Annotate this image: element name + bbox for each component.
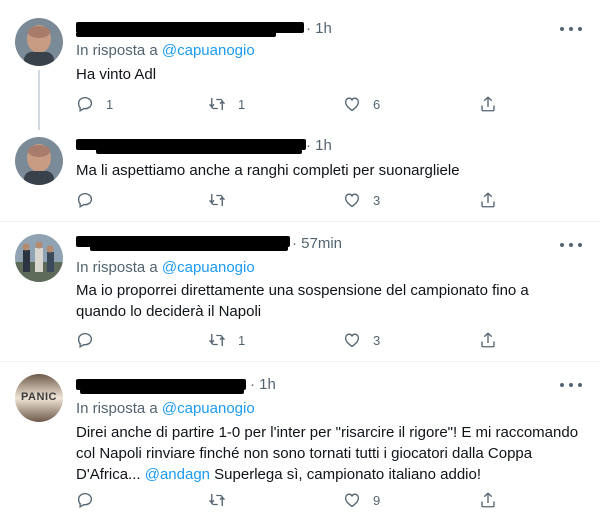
reply-mention-link[interactable]: @capuanogio	[162, 400, 255, 417]
tweet-actions: 1 1 6	[76, 94, 516, 114]
tweet-4[interactable]: PANIC · 1h In risposta a @capuanogio Dir…	[0, 362, 600, 523]
tweet-text: Ha vinto Adl	[76, 66, 157, 83]
tweet-actions: 9	[76, 490, 516, 510]
reply-count: 1	[106, 96, 114, 112]
avatar[interactable]	[15, 234, 63, 282]
more-icon[interactable]	[560, 242, 582, 248]
retweet-button[interactable]	[208, 190, 238, 210]
like-button[interactable]: 6	[343, 94, 380, 114]
tweet-1[interactable]: · 1h In risposta a @capuanogio Ha vinto …	[0, 0, 600, 130]
reply-button[interactable]	[76, 190, 106, 210]
reply-icon	[76, 95, 94, 113]
tweet-2[interactable]: · 1h Ma li aspettiamo anche a ranghi com…	[0, 125, 600, 221]
redacted-username	[96, 149, 302, 154]
thread-line	[38, 70, 40, 130]
retweet-button[interactable]: 1	[208, 330, 245, 350]
like-icon	[343, 191, 361, 209]
tweet-timestamp[interactable]: · 57min	[292, 235, 342, 252]
reply-context: In risposta a @capuanogio	[76, 42, 255, 59]
like-icon	[343, 331, 361, 349]
share-icon	[479, 191, 497, 209]
share-button[interactable]	[479, 190, 497, 210]
share-button[interactable]	[479, 330, 497, 350]
reply-button[interactable]	[76, 330, 106, 350]
avatar-logo-text: PANIC	[21, 391, 57, 403]
retweet-count: 1	[238, 332, 246, 348]
share-button[interactable]	[479, 490, 497, 510]
like-button[interactable]: 3	[343, 190, 380, 210]
reply-mention-link[interactable]: @capuanogio	[162, 259, 255, 276]
tweet-actions: 1 3	[76, 330, 516, 350]
tweet-text-part: Superlega sì, campionato italiano addio!	[214, 466, 482, 483]
tweet-text: Direi anche di partire 1-0 per l'inter p…	[76, 422, 581, 485]
tweet-actions: 3	[76, 190, 516, 210]
reply-button[interactable]: 1	[76, 94, 113, 114]
like-icon	[343, 491, 361, 509]
tweet-3[interactable]: · 57min In risposta a @capuanogio Ma io …	[0, 222, 600, 360]
retweet-icon	[208, 331, 226, 349]
retweet-icon	[208, 95, 226, 113]
tweet-timestamp[interactable]: · 1h	[250, 376, 276, 393]
share-icon	[479, 331, 497, 349]
redacted-username	[76, 32, 276, 37]
reply-mention-link[interactable]: @capuanogio	[162, 42, 255, 59]
like-icon	[343, 95, 361, 113]
share-icon	[479, 95, 497, 113]
retweet-button[interactable]: 1	[208, 94, 245, 114]
mention-link[interactable]: @andagn	[145, 466, 210, 483]
tweet-timestamp[interactable]: · 1h	[306, 137, 332, 154]
more-icon[interactable]	[560, 26, 582, 32]
tweet-text: Ma io proporrei direttamente una sospens…	[76, 282, 529, 320]
share-icon	[479, 491, 497, 509]
tweet-text: Ma li aspettiamo anche a ranghi completi…	[76, 162, 460, 179]
share-button[interactable]	[479, 94, 497, 114]
avatar[interactable]: PANIC	[15, 374, 63, 422]
reply-prefix: In risposta a	[76, 42, 158, 59]
avatar[interactable]	[15, 18, 63, 66]
redacted-username	[80, 389, 244, 394]
reply-context: In risposta a @capuanogio	[76, 400, 255, 417]
like-count: 3	[373, 192, 381, 208]
reply-context: In risposta a @capuanogio	[76, 259, 255, 276]
like-count: 6	[373, 96, 381, 112]
reply-button[interactable]	[76, 490, 106, 510]
more-icon[interactable]	[560, 382, 582, 388]
like-button[interactable]: 9	[343, 490, 380, 510]
retweet-button[interactable]	[208, 490, 238, 510]
avatar[interactable]	[15, 137, 63, 185]
retweet-count: 1	[238, 96, 246, 112]
like-count: 3	[373, 332, 381, 348]
reply-icon	[76, 191, 94, 209]
reply-prefix: In risposta a	[76, 259, 158, 276]
like-button[interactable]: 3	[343, 330, 380, 350]
reply-icon	[76, 331, 94, 349]
retweet-icon	[208, 491, 226, 509]
retweet-icon	[208, 191, 226, 209]
tweet-timestamp[interactable]: · 1h	[306, 20, 332, 37]
reply-icon	[76, 491, 94, 509]
reply-prefix: In risposta a	[76, 400, 158, 417]
like-count: 9	[373, 492, 381, 508]
redacted-username	[90, 246, 288, 251]
